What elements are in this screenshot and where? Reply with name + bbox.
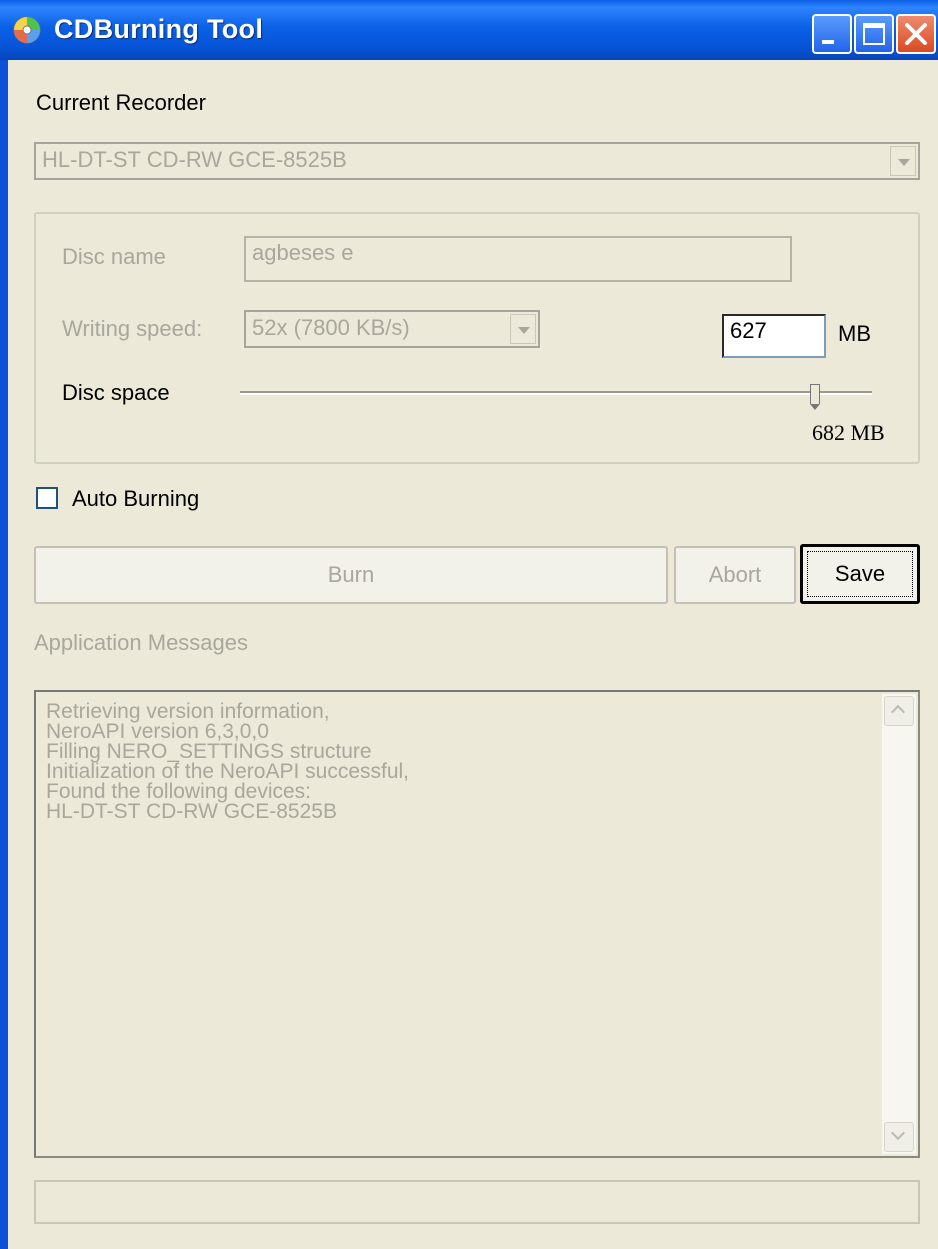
disc-name-label: Disc name [62,244,166,269]
application-messages-label: Application Messages [34,630,249,655]
status-bar [34,1180,920,1224]
chevron-down-icon[interactable] [890,146,916,176]
minimize-icon [822,40,834,44]
size-unit-label: MB [838,321,871,346]
burn-button[interactable]: Burn [34,546,668,604]
size-value: 627 [730,318,767,343]
current-recorder-label: Current Recorder [36,90,206,115]
title-bar: CDBurning Tool [0,0,938,60]
messages-textarea[interactable]: Retrieving version information, NeroAPI … [34,690,920,1158]
message-line: Filling NERO_SETTINGS structure [46,740,372,763]
disc-space-label: Disc space [62,380,170,405]
scroll-down-icon[interactable] [884,1122,914,1152]
chevron-down-icon[interactable] [510,314,536,344]
message-line: Found the following devices: [46,780,311,803]
burn-button-label: Burn [327,562,375,587]
disc-name-field[interactable]: agbeses e [244,236,792,282]
message-line: Initialization of the NeroAPI successful… [46,760,410,783]
message-line: Retrieving version information, [46,700,330,723]
abort-button-label: Abort [708,562,762,587]
window-frame-left [0,60,8,1249]
maximize-icon [863,23,885,45]
auto-burning-label: Auto Burning [72,486,200,511]
abort-button[interactable]: Abort [674,546,796,604]
window-title: CDBurning Tool [54,14,264,44]
maximize-button[interactable] [854,14,894,54]
disc-space-slider-thumb[interactable] [810,384,821,410]
writing-speed-select[interactable]: 52x (7800 KB/s) [244,310,540,348]
recorder-select[interactable]: HL-DT-ST CD-RW GCE-8525B [34,142,920,180]
message-line: HL-DT-ST CD-RW GCE-8525B [46,800,337,823]
disc-space-slider-track[interactable] [240,391,872,395]
writing-speed-label: Writing speed: [62,316,203,341]
close-button[interactable] [896,14,936,54]
recorder-select-value: HL-DT-ST CD-RW GCE-8525B [42,147,347,172]
disc-name-value: agbeses e [252,240,354,265]
close-icon [905,23,927,45]
auto-burning-checkbox[interactable] [36,487,58,509]
minimize-button[interactable] [812,14,852,54]
save-button[interactable]: Save [800,544,920,604]
message-line: NeroAPI version 6,3,0,0 [46,720,269,743]
writing-speed-value: 52x (7800 KB/s) [252,315,410,340]
scroll-up-icon[interactable] [884,696,914,726]
messages-list: Retrieving version information, NeroAPI … [46,700,410,823]
messages-scrollbar[interactable] [882,694,916,1154]
disc-space-value: 682 MB [812,420,885,445]
cd-icon [13,16,41,44]
focus-ring [807,551,913,597]
size-field[interactable]: 627 [722,314,826,358]
